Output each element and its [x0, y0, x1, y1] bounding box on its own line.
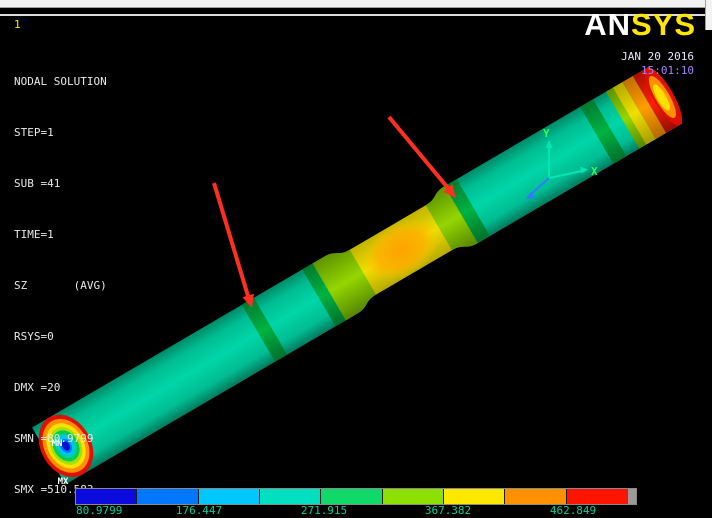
legend-segment [76, 489, 137, 504]
stress-contour-legend [75, 488, 637, 505]
logo-text-sys: SYS [630, 7, 696, 42]
annotation-line: STEP=1 [14, 126, 54, 139]
legend-segment [504, 489, 566, 504]
triad-x-label: X [591, 165, 598, 178]
window-right-border [705, 0, 712, 30]
stress-arrow-1 [212, 182, 254, 308]
legend-segment [320, 489, 382, 504]
annotation-line: SZ (AVG) [14, 279, 107, 292]
legend-value: 176.447 [175, 504, 223, 517]
legend-value: 80.9799 [76, 504, 123, 517]
legend-segment [442, 489, 505, 504]
shaft-model[interactable] [28, 63, 689, 487]
triad-y-label: Y [543, 127, 550, 140]
solution-annotation: NODAL SOLUTION STEP=1 SUB =41 TIME=1 SZ … [14, 39, 107, 518]
annotation-line: TIME=1 [14, 228, 54, 241]
legend-values: 80.9799 176.447 271.915 367.382 462.849 [0, 504, 712, 518]
stress-arrow-2 [387, 115, 456, 198]
legend-value: 271.915 [300, 504, 348, 517]
logo-text-an: AN [584, 7, 631, 42]
neck-stress-bands [323, 186, 478, 314]
model-viewport[interactable]: MN MX Y X [0, 0, 712, 518]
legend-segment [258, 489, 321, 504]
annotation-line: DMX =20 [14, 381, 61, 394]
analysis-stamp: JAN 20 2016 15:01:10 [621, 50, 694, 78]
legend-value: 462.849 [549, 504, 597, 517]
annotation-line: SUB =41 [14, 177, 61, 190]
legend-segment [136, 489, 198, 504]
plot-window-number: 1 [14, 18, 21, 31]
ansys-logo: ANSYS [584, 7, 696, 42]
legend-segment [381, 489, 443, 504]
legend-value: 367.382 [424, 504, 472, 517]
legend-segment [197, 489, 259, 504]
legend-segment [565, 489, 627, 504]
annotation-line: NODAL SOLUTION [14, 75, 107, 88]
annotation-line: SMN =80.9799 [14, 432, 94, 445]
annotation-line: RSYS=0 [14, 330, 54, 343]
date-stamp: JAN 20 2016 [621, 50, 694, 63]
ansys-graphics-window: MN MX Y X 1 NODAL SOLUTION STEP=1 SUB =4… [0, 0, 712, 518]
legend-end-cap [626, 489, 636, 504]
time-stamp: 15:01:10 [641, 64, 694, 77]
